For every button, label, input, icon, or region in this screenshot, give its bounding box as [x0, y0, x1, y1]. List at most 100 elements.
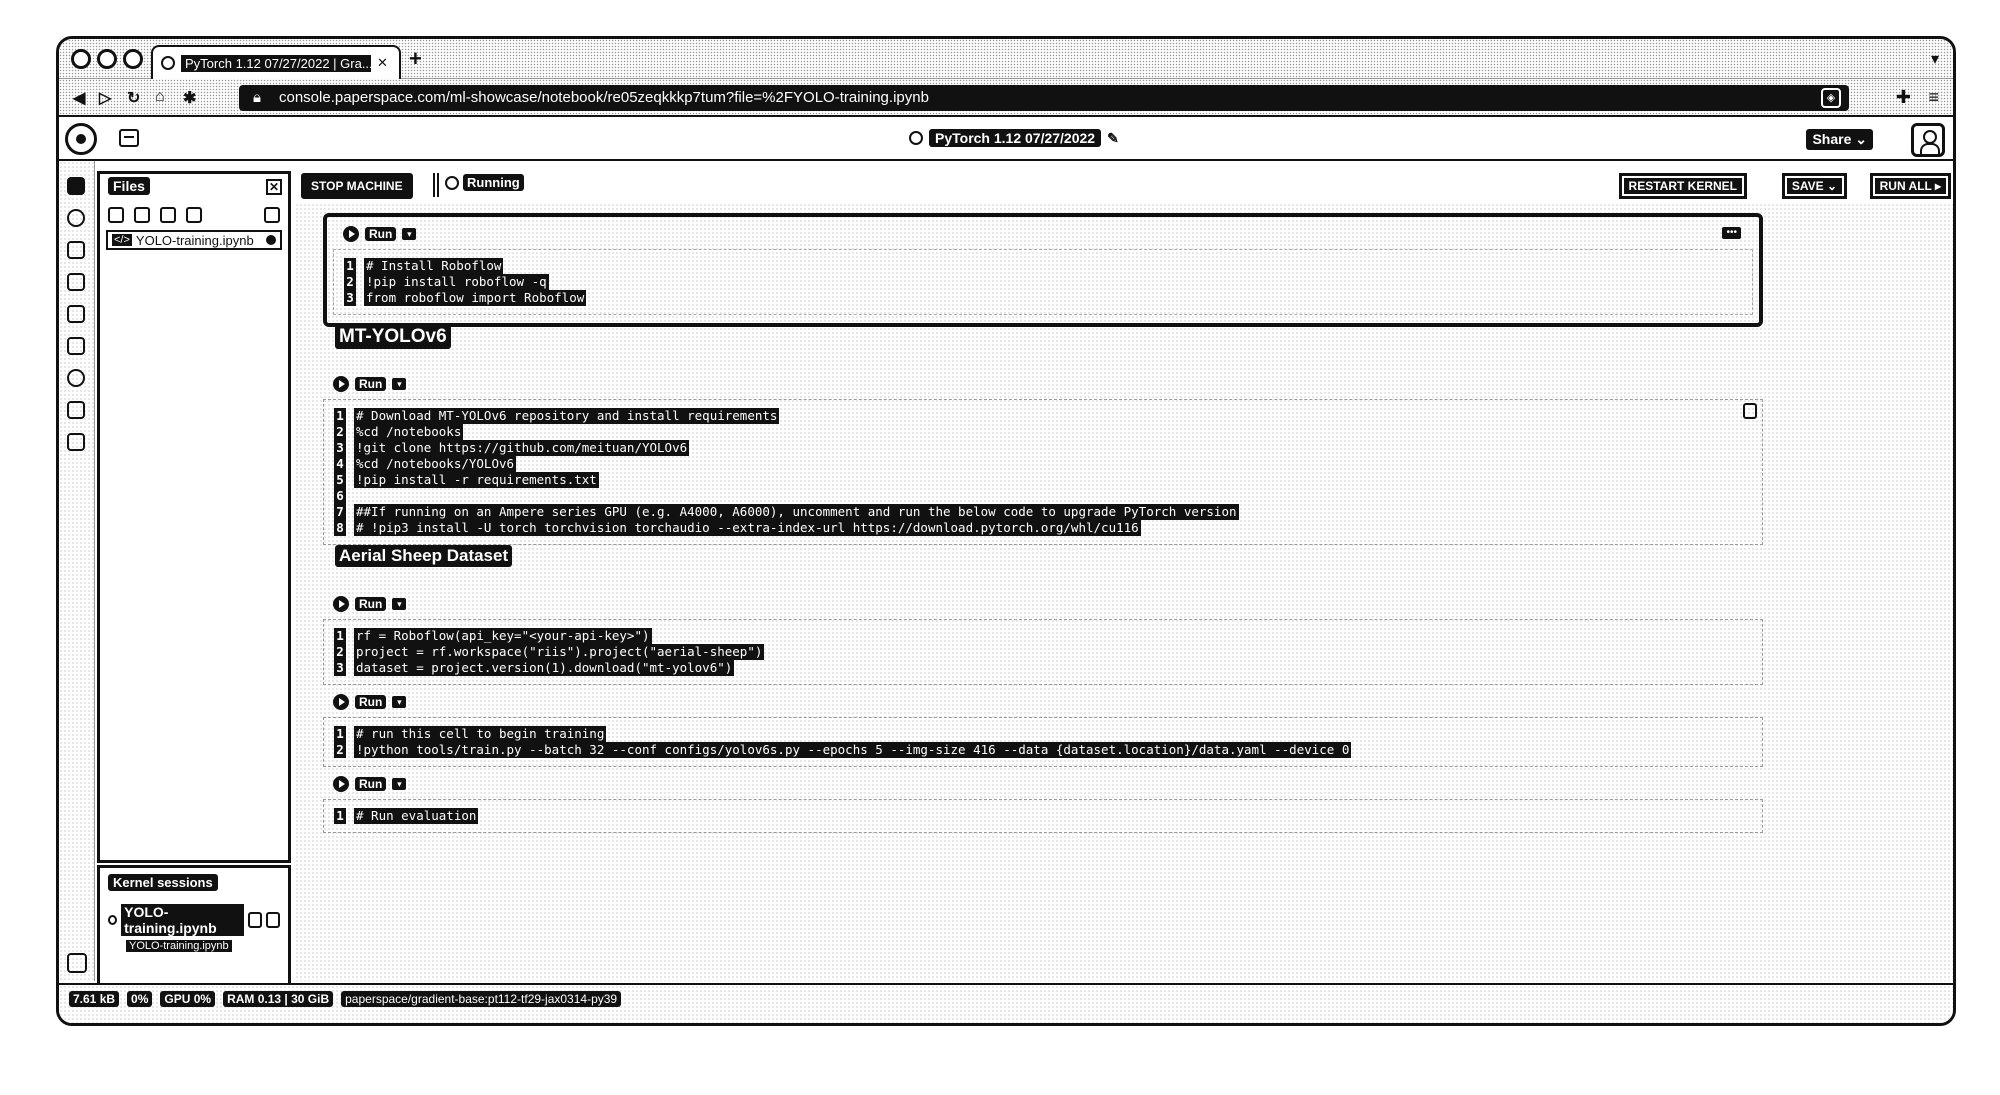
code-editor[interactable]: 1 # Download MT-YOLOv6 repository and ins… [323, 399, 1763, 545]
share-button[interactable]: Share ⌄ [1806, 129, 1873, 150]
git-icon[interactable] [67, 433, 85, 451]
code-cell[interactable]: Run ▾ 1 # Download MT-YOLOv6 repository a… [323, 373, 1763, 545]
browser-menu-icon[interactable]: ≡ [1928, 87, 1939, 108]
browser-tab[interactable]: PyTorch 1.12 07/27/2022 | Gra... ✕ [151, 45, 401, 79]
url-text: console.paperspace.com/ml-showcase/noteb… [279, 89, 929, 106]
run-icon[interactable] [333, 596, 349, 612]
run-icon[interactable] [333, 694, 349, 710]
runtime-icon [909, 131, 923, 145]
code-line: 1 # Install Roboflow [344, 258, 1742, 274]
restart-kernel-button[interactable]: RESTART KERNEL [1618, 173, 1747, 199]
maximize-window-button[interactable] [123, 49, 143, 69]
files-panel: Files ✕ </> YOLO-training.ipynb [97, 171, 291, 863]
code-line: 1 # run this cell to begin training [334, 726, 1752, 742]
run-icon[interactable] [343, 226, 359, 242]
code-line: 1 # Download MT-YOLOv6 repository and ins… [334, 408, 1752, 424]
settings-icon[interactable] [67, 209, 85, 227]
chevron-down-icon[interactable]: ▾ [392, 378, 407, 390]
new-file-icon[interactable] [108, 207, 124, 223]
tab-title: PyTorch 1.12 07/27/2022 | Gra... [181, 54, 371, 72]
new-tab-button[interactable]: + [409, 48, 422, 70]
help-icon[interactable] [67, 953, 87, 973]
code-editor[interactable]: 1 # Run evaluation [323, 799, 1763, 833]
more-icon[interactable]: ••• [1722, 227, 1741, 239]
left-rail [59, 161, 95, 981]
notebook-title: PyTorch 1.12 07/27/2022 ✎ [909, 129, 1119, 147]
metrics-icon[interactable] [67, 369, 85, 387]
extensions-rail-icon[interactable] [67, 401, 85, 419]
machine-status-label: Running [463, 174, 524, 191]
run-button[interactable]: Run [355, 695, 387, 709]
chevron-down-icon[interactable]: ▾ [392, 778, 407, 790]
paperspace-logo-icon[interactable] [65, 123, 97, 155]
code-editor[interactable]: 1 # Install Roboflow 2 !pip install robofl… [333, 249, 1753, 315]
refresh-icon[interactable] [264, 207, 280, 223]
delete-session-icon[interactable] [265, 912, 280, 928]
notebook-title-text: PyTorch 1.12 07/27/2022 [929, 129, 1102, 147]
cell-tools-icon[interactable] [1743, 403, 1757, 419]
avatar[interactable] [1911, 123, 1945, 157]
code-cell[interactable]: Run ▾ ••• 1 # Install Roboflow 2 !pip inst… [323, 213, 1763, 327]
terminal-icon[interactable] [67, 273, 85, 291]
bookmark-icon[interactable]: ✱ [183, 88, 196, 108]
close-window-button[interactable] [71, 49, 91, 69]
run-button[interactable]: Run [355, 777, 387, 791]
run-button[interactable]: Run [365, 227, 397, 241]
machine-icon[interactable] [67, 337, 85, 355]
gpu-usage: GPU 0% [160, 991, 216, 1007]
menu-icon[interactable] [119, 129, 139, 147]
status-icon [445, 175, 459, 190]
ram-usage: RAM 0.13 | 30 GiB [223, 991, 334, 1007]
code-cell[interactable]: Run ▾ 1 # Run evaluation [323, 773, 1763, 833]
code-cell[interactable]: Run ▾ 1 # run this cell to begin training… [323, 691, 1763, 767]
tab-list-chevron-icon[interactable]: ▾ [1931, 49, 1939, 69]
chevron-down-icon[interactable]: ▾ [402, 228, 417, 240]
cell-header: Run ▾ [323, 691, 1763, 713]
chevron-down-icon[interactable]: ▾ [392, 696, 407, 708]
file-item[interactable]: </> YOLO-training.ipynb [106, 230, 282, 250]
lock-icon: 🔒︎ [253, 89, 261, 106]
code-editor[interactable]: 1 rf = Roboflow(api_key="<your-api-key>")… [323, 619, 1763, 685]
shield-icon[interactable]: ◈ [1821, 88, 1841, 108]
cell-header: Run ▾ [323, 773, 1763, 795]
close-icon[interactable]: ✕ [266, 179, 282, 195]
run-icon[interactable] [333, 376, 349, 392]
url-bar[interactable]: 🔒︎ console.paperspace.com/ml-showcase/no… [239, 85, 1849, 111]
extensions-icon[interactable]: ✚ [1896, 87, 1911, 108]
run-all-button[interactable]: RUN ALL ▸ [1869, 173, 1951, 199]
minimize-window-button[interactable] [97, 49, 117, 69]
code-line: 1 rf = Roboflow(api_key="<your-api-key>") [334, 628, 1752, 644]
forward-icon[interactable]: ▷ [99, 88, 111, 108]
save-label: SAVE [1791, 179, 1824, 193]
chevron-down-icon[interactable]: ▾ [392, 598, 407, 610]
code-line: 7 ##If running on an Ampere series GPU (e… [334, 504, 1752, 520]
address-row: ◀ ▷ ↻ ⌂ ✱ 🔒︎ console.paperspace.com/ml-s… [59, 79, 1953, 117]
upload-icon[interactable] [160, 207, 176, 223]
notebook-toolbar: STOP MACHINE Running RESTART KERNEL SAVE… [295, 171, 1953, 201]
run-button[interactable]: Run [355, 377, 387, 391]
document-icon[interactable] [67, 305, 85, 323]
data-icon[interactable] [67, 241, 85, 259]
running-indicator-icon [266, 235, 276, 245]
kernel-session-file: YOLO-training.ipynb [126, 940, 232, 952]
save-button[interactable]: SAVE ⌄ [1781, 173, 1847, 199]
home-icon[interactable]: ⌂ [155, 88, 165, 106]
restart-session-icon[interactable] [247, 912, 262, 928]
code-editor[interactable]: 1 # run this cell to begin training 2 !pyt… [323, 717, 1763, 767]
edit-title-icon[interactable]: ✎ [1107, 130, 1119, 147]
code-cell[interactable]: Run ▾ 1 rf = Roboflow(api_key="<your-api-… [323, 593, 1763, 685]
files-icon[interactable] [67, 177, 85, 195]
app-header: PyTorch 1.12 07/27/2022 ✎ Share ⌄ [59, 119, 1953, 161]
reload-icon[interactable]: ↻ [127, 88, 140, 108]
stop-machine-button[interactable]: STOP MACHINE [301, 173, 413, 199]
tab-bar: PyTorch 1.12 07/27/2022 | Gra... ✕ + ▾ [59, 39, 1953, 79]
code-line: 3 dataset = project.version(1).download("… [334, 660, 1752, 676]
back-icon[interactable]: ◀ [73, 88, 85, 108]
new-folder-icon[interactable] [134, 207, 150, 223]
run-icon[interactable] [333, 776, 349, 792]
new-notebook-icon[interactable] [186, 207, 202, 223]
kernel-session-item[interactable]: YOLO-training.ipynb [108, 904, 280, 936]
tab-close-icon[interactable]: ✕ [377, 55, 388, 71]
markdown-heading: MT-YOLOv6 [335, 325, 451, 349]
run-button[interactable]: Run [355, 597, 387, 611]
